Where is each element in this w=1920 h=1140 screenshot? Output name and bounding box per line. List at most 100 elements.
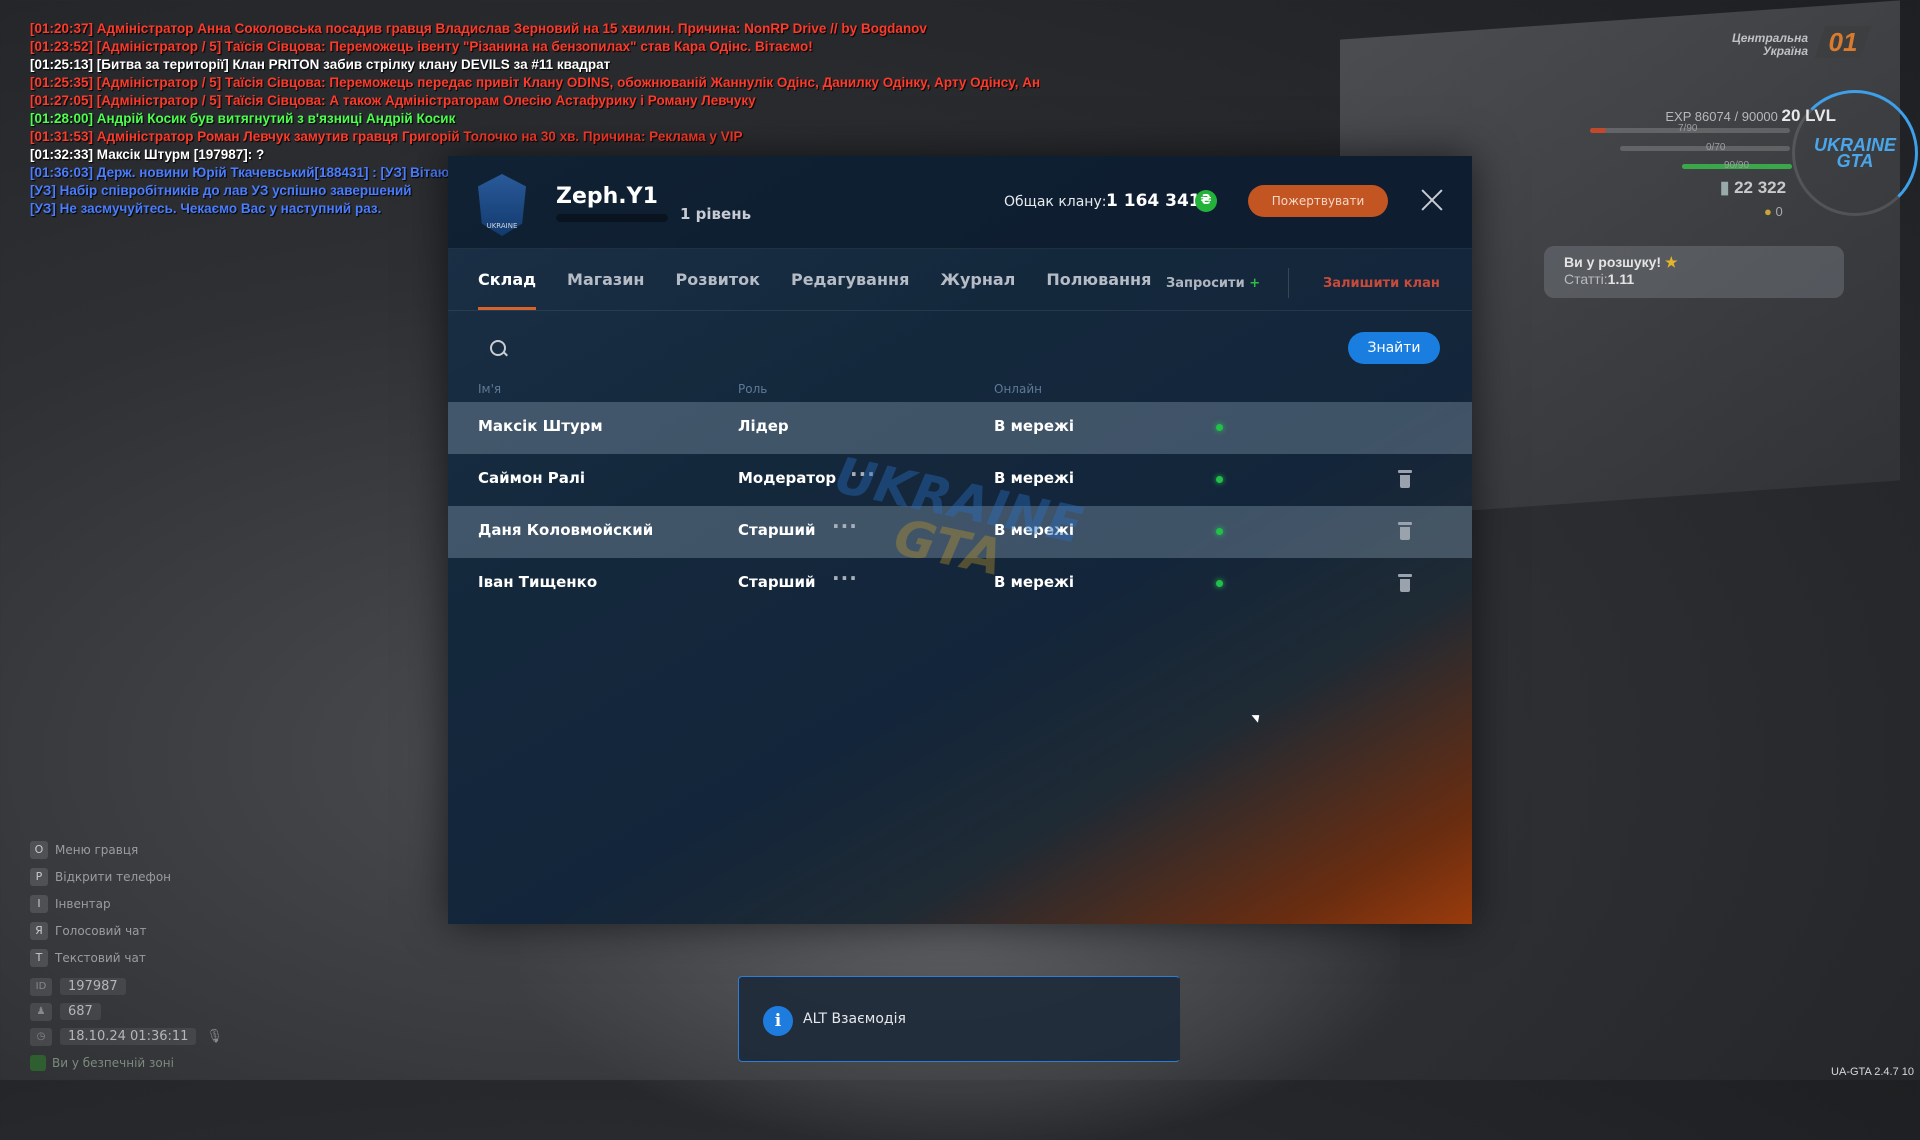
chat-line: [01:28:00] Андрій Косик був витягнутий з… (30, 111, 456, 126)
player-id: 197987 (60, 978, 126, 995)
clan-name: Zeph.Y1 (556, 184, 658, 209)
clan-level: 1 рівень (680, 205, 752, 223)
online-indicator (1216, 424, 1223, 431)
thirst-bar-label: 0/70 (1706, 142, 1726, 153)
member-name: Даня Коловмойский (478, 521, 654, 539)
key-badge: O (30, 840, 48, 859)
id-label: ID (30, 977, 52, 996)
hint-voice-chat: Я Голосовий чат (30, 917, 171, 944)
member-name: Саймон Ралі (478, 469, 586, 487)
hint-player-menu: O Меню гравця (30, 836, 171, 863)
hunger-bar-label: 7/90 (1678, 123, 1698, 134)
hint-label: Інвентар (55, 896, 111, 911)
tabs-divider (448, 310, 1472, 311)
wanted-stat-label: Статті: (1564, 271, 1608, 287)
interaction-notification: i ALT Взаємодія (738, 976, 1180, 1062)
trash-icon[interactable] (1398, 470, 1412, 488)
wanted-stat: Статті:1.11 (1564, 271, 1824, 287)
coin-icon: ● (1764, 204, 1772, 219)
member-role: Лідер (738, 417, 789, 435)
member-name: Максік Штурм (478, 417, 603, 435)
member-role: Модератор (738, 469, 837, 487)
player-id-row: ID 197987 (30, 974, 223, 999)
clan-header: UKRAINE Zeph.Y1 1 рівень Общак клану: 1 … (448, 156, 1472, 249)
tab-storage[interactable]: Склад (478, 270, 537, 310)
hint-inventory: I Інвентар (30, 890, 171, 917)
invite-button[interactable]: Запросити + (1166, 276, 1260, 291)
money: ▮ 22 322 (1720, 178, 1786, 198)
column-role: Роль (738, 382, 768, 396)
wanted-title: Ви у розшуку! ★ (1564, 254, 1824, 271)
online-indicator (1216, 580, 1223, 587)
search-input[interactable] (520, 330, 1024, 366)
member-status: В мережі (994, 417, 1075, 435)
hint-phone: P Відкрити телефон (30, 863, 171, 890)
chat-line: [01:23:52] [Адміністратор / 5] Таїсія Сі… (30, 39, 813, 54)
region-name: Центральна Україна (1731, 31, 1808, 58)
key-badge: P (30, 867, 48, 886)
wanted-title-text: Ви у розшуку! (1564, 254, 1662, 270)
cash-icon: ▮ (1720, 178, 1730, 197)
tab-journal[interactable]: Журнал (940, 270, 1015, 310)
donate-button[interactable]: Пожертвувати (1248, 185, 1388, 217)
member-role: Старший (738, 573, 816, 591)
close-icon[interactable] (1416, 184, 1448, 216)
clan-modal: UKRAINE Zeph.Y1 1 рівень Общак клану: 1 … (448, 156, 1472, 924)
clan-tabs: Склад Магазин Розвиток Редагування Журна… (478, 270, 1151, 310)
trash-icon[interactable] (1398, 574, 1412, 592)
tab-editing[interactable]: Редагування (791, 270, 909, 310)
key-badge: I (30, 894, 48, 913)
star-icon: ★ (1664, 254, 1678, 270)
chat-line: [01:27:05] [Адміністратор / 5] Таїсія Сі… (30, 93, 756, 108)
trash-icon[interactable] (1398, 522, 1412, 540)
treasury-value: 1 164 341 (1106, 191, 1201, 211)
coins: ● 0 (1764, 204, 1783, 219)
hint-label: Відкрити телефон (55, 869, 172, 884)
key-badge: T (30, 948, 48, 967)
hunger-bar-fill (1590, 128, 1606, 133)
find-button[interactable]: Знайти (1348, 332, 1440, 364)
thirst-bar (1620, 146, 1790, 151)
money-value: 22 322 (1734, 178, 1787, 197)
microphone-icon: 🎙 (206, 1029, 223, 1044)
key-badge: Я (30, 921, 48, 940)
datetime: 18.10.24 01:36:11 (60, 1028, 197, 1045)
wanted-panel: Ви у розшуку! ★ Статті:1.11 (1544, 246, 1844, 298)
player-stats: ID 197987 ♟ 687 ◷ 18.10.24 01:36:11 🎙 Ви у б… (30, 974, 223, 1071)
health-bar-label: 90/90 (1724, 160, 1750, 171)
divider (1288, 268, 1289, 298)
datetime-row: ◷ 18.10.24 01:36:11 🎙 (30, 1024, 223, 1049)
table-row[interactable]: Максік Штурм Лідер В мережі (448, 402, 1472, 454)
member-role: Старший (738, 521, 816, 539)
more-icon[interactable]: ··· (832, 566, 858, 590)
currency-icon: ₴ (1195, 190, 1217, 212)
treasury-label: Общак клану: (1004, 194, 1107, 210)
online-row: ♟ 687 (30, 999, 223, 1024)
leave-clan-button[interactable]: Залишити клан (1323, 276, 1440, 291)
tab-development[interactable]: Розвиток (675, 270, 759, 310)
online-indicator (1216, 528, 1223, 535)
invite-label: Запросити (1166, 276, 1245, 291)
hint-label: Голосовий чат (55, 923, 147, 938)
online-indicator (1216, 476, 1223, 483)
plus-icon: + (1249, 276, 1261, 291)
people-icon: ♟ (30, 1002, 52, 1021)
chat-line: [01:25:13] [Битва за території] Клан PRI… (30, 57, 611, 72)
clan-level-bar (556, 214, 668, 222)
safe-zone-status: Ви у безпечній зоні (30, 1055, 223, 1071)
column-name: Ім'я (478, 382, 502, 396)
exp-value: EXP 86074 / 90000 (1665, 109, 1778, 124)
tab-shop[interactable]: Магазин (567, 270, 644, 310)
info-icon: i (763, 1006, 793, 1036)
safe-zone-icon (30, 1055, 46, 1071)
search-icon (490, 340, 506, 356)
wanted-stat-value: 1.11 (1607, 271, 1635, 287)
tab-hunting[interactable]: Полювання (1046, 270, 1151, 310)
clock-icon: ◷ (30, 1027, 52, 1046)
server-emblem: UKRAINE GTA (1792, 90, 1918, 216)
safe-zone-text: Ви у безпечній зоні (52, 1056, 174, 1070)
coins-value: 0 (1775, 204, 1783, 219)
hint-label: Текстовий чат (55, 950, 146, 965)
version-label: UA-GTA 2.4.7 10 (1831, 1066, 1914, 1078)
chat-line: [01:25:35] [Адміністратор / 5] Таїсія Сі… (30, 75, 1040, 90)
